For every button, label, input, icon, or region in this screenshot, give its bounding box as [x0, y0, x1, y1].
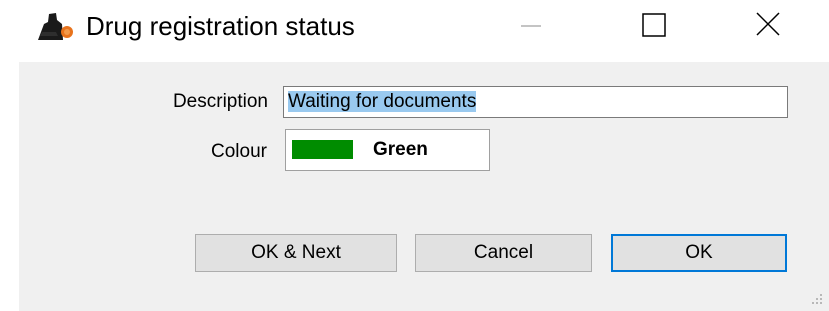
description-label: Description — [172, 91, 268, 112]
colour-label: Colour — [211, 141, 267, 162]
colour-picker[interactable]: Green — [285, 129, 490, 171]
ok-button[interactable]: OK — [611, 234, 787, 272]
maximize-icon — [642, 13, 666, 37]
colour-name: Green — [373, 139, 428, 160]
maximize-button[interactable] — [618, 0, 688, 52]
close-button[interactable] — [732, 0, 802, 52]
dialog-body: Description Waiting for documents Colour… — [19, 62, 829, 311]
title-bar[interactable]: Drug registration status — [0, 0, 829, 56]
app-logo-icon — [38, 13, 73, 40]
window-title: Drug registration status — [86, 11, 355, 41]
close-icon — [756, 12, 780, 36]
minimize-button[interactable] — [496, 0, 566, 52]
ok-next-button[interactable]: OK & Next — [195, 234, 397, 272]
cancel-button[interactable]: Cancel — [415, 234, 592, 272]
description-input[interactable]: Waiting for documents — [283, 86, 788, 118]
minimize-icon — [521, 25, 541, 27]
description-value: Waiting for documents — [288, 91, 477, 112]
colour-swatch — [292, 140, 353, 159]
resize-grip-icon[interactable] — [809, 291, 823, 305]
